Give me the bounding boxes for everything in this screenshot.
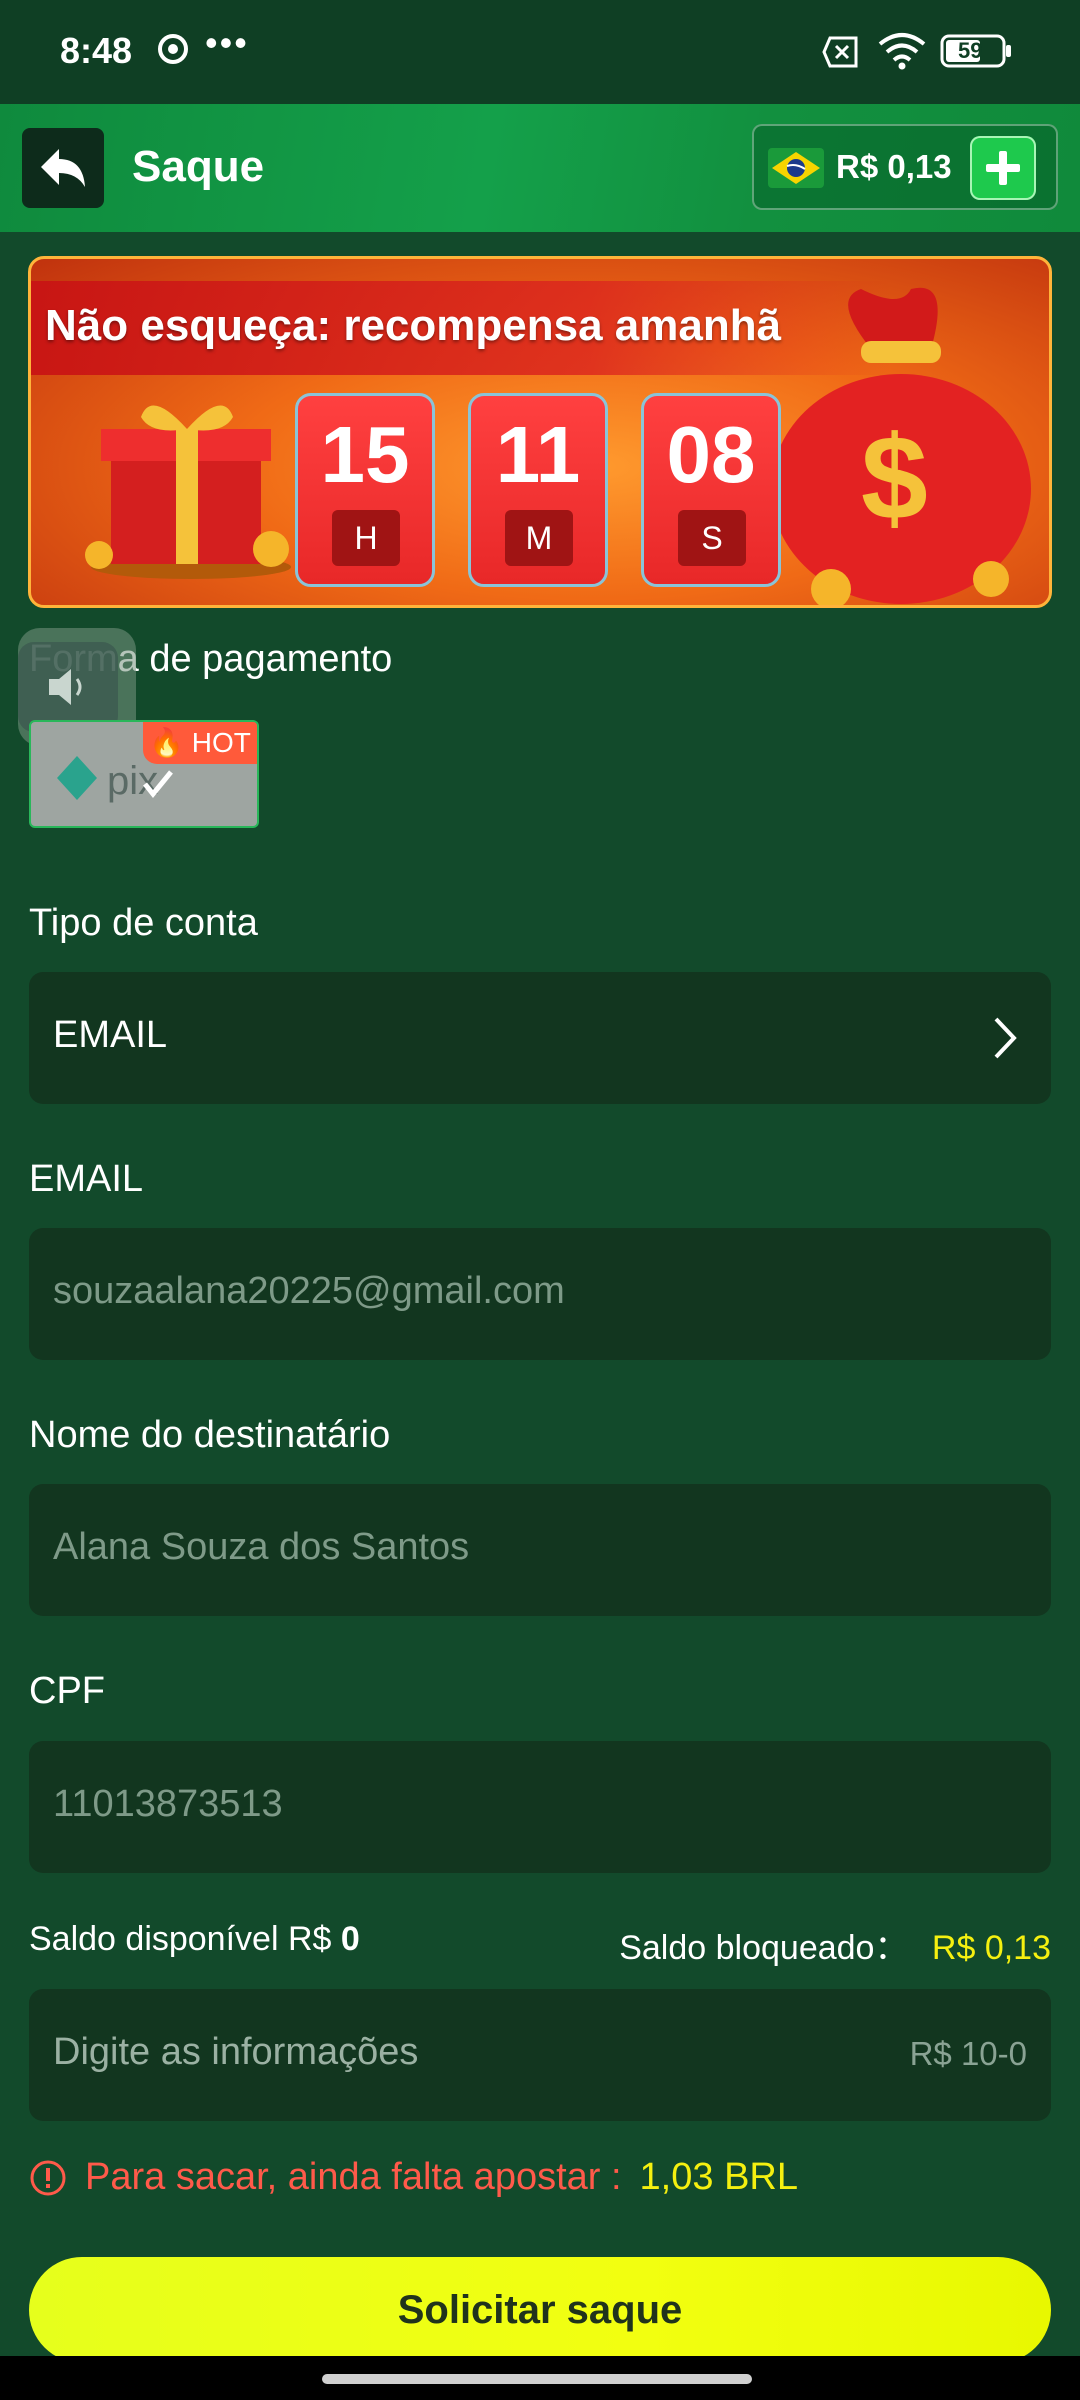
alert-circle-icon [30, 2160, 66, 2195]
balance-display[interactable]: R$ 0,13 [752, 124, 1058, 210]
money-bag-icon: $ [771, 287, 1031, 605]
cpf-field[interactable]: 11013873513 [29, 1741, 1051, 1873]
page-title: Saque [132, 142, 265, 191]
account-type-value: EMAIL [53, 1014, 168, 1056]
no-sim-icon [822, 36, 858, 68]
available-balance-label: Saldo disponível R$ [29, 1920, 332, 1958]
recipient-label: Nome do destinatário [29, 1414, 391, 1456]
pix-payment-option[interactable]: pix 🔥 HOT [29, 720, 259, 828]
email-field[interactable]: souzaalana20225@gmail.com [29, 1228, 1051, 1360]
amount-placeholder: Digite as informações [53, 2031, 419, 2073]
timer-seconds-value: 08 [666, 410, 756, 499]
wager-warning-text: Para sacar, ainda falta apostar : [85, 2156, 622, 2198]
balance-amount: R$ 0,13 [836, 148, 952, 185]
status-bar: 8:48 ••• 59 [0, 0, 1080, 104]
wager-warning-amount: 1,03 BRL [639, 2156, 798, 2198]
amount-input[interactable]: Digite as informações R$ 10-0 [29, 1989, 1051, 2121]
timer-seconds-unit: S [678, 510, 746, 566]
more-notifications-icon: ••• [205, 22, 249, 63]
timer-minutes-unit: M [505, 510, 573, 566]
blocked-balance-value: R$ 0,13 [931, 1929, 1051, 1967]
status-time: 8:48 [60, 30, 133, 71]
plus-icon [986, 151, 1020, 185]
home-gesture-handle[interactable] [322, 2374, 752, 2384]
timer-hours: 15 H [295, 393, 435, 587]
battery-icon: 59 [940, 34, 1012, 68]
hot-badge: 🔥 HOT [143, 722, 257, 764]
cpf-value: 11013873513 [53, 1783, 283, 1825]
back-arrow-icon [41, 149, 85, 187]
account-type-label: Tipo de conta [29, 902, 258, 944]
timer-minutes: 11 M [468, 393, 608, 587]
brazil-flag-icon [768, 148, 824, 188]
battery-level: 59 [958, 38, 983, 63]
recipient-name-value: Alana Souza dos Santos [53, 1526, 470, 1568]
email-value: souzaalana20225@gmail.com [53, 1270, 565, 1312]
timer-seconds: 08 S [641, 393, 781, 587]
request-withdrawal-button[interactable]: Solicitar saque [29, 2257, 1051, 2363]
timer-minutes-value: 11 [495, 410, 581, 499]
app-header: Saque R$ 0,13 [0, 104, 1080, 232]
system-nav-bar [0, 2356, 1080, 2400]
svg-text:pix: pix [107, 759, 158, 803]
chrome-icon [158, 34, 188, 64]
timer-hours-value: 15 [320, 410, 410, 499]
available-balance-value: 0 [340, 1920, 360, 1958]
deposit-button[interactable] [970, 136, 1036, 200]
chevron-right-icon [994, 1017, 1017, 1059]
banner-text: Não esqueça: recompensa amanhã [45, 301, 782, 350]
account-type-select[interactable]: EMAIL [29, 972, 1051, 1104]
svg-text:$: $ [861, 411, 928, 545]
back-button[interactable] [22, 128, 104, 208]
speaker-icon [49, 669, 82, 705]
timer-hours-unit: H [332, 510, 400, 566]
gift-box-icon [85, 405, 291, 579]
cpf-label: CPF [29, 1670, 105, 1712]
fire-icon: 🔥 [149, 727, 184, 758]
wager-warning: Para sacar, ainda falta apostar : 1,03 B… [29, 2156, 798, 2199]
reward-banner[interactable]: Não esqueça: recompensa amanhã $ 15 H 11… [28, 256, 1052, 608]
email-label: EMAIL [29, 1158, 144, 1200]
hot-badge-label: HOT [191, 727, 251, 758]
amount-range: R$ 10-0 [909, 2035, 1027, 2072]
blocked-balance-label: Saldo bloqueado： [619, 1929, 909, 1967]
blocked-balance: Saldo bloqueado： R$ 0,13 [619, 1920, 1051, 1969]
available-balance: Saldo disponível R$ 0 [29, 1920, 360, 1959]
recipient-name-field[interactable]: Alana Souza dos Santos [29, 1484, 1051, 1616]
wifi-icon [878, 33, 926, 70]
